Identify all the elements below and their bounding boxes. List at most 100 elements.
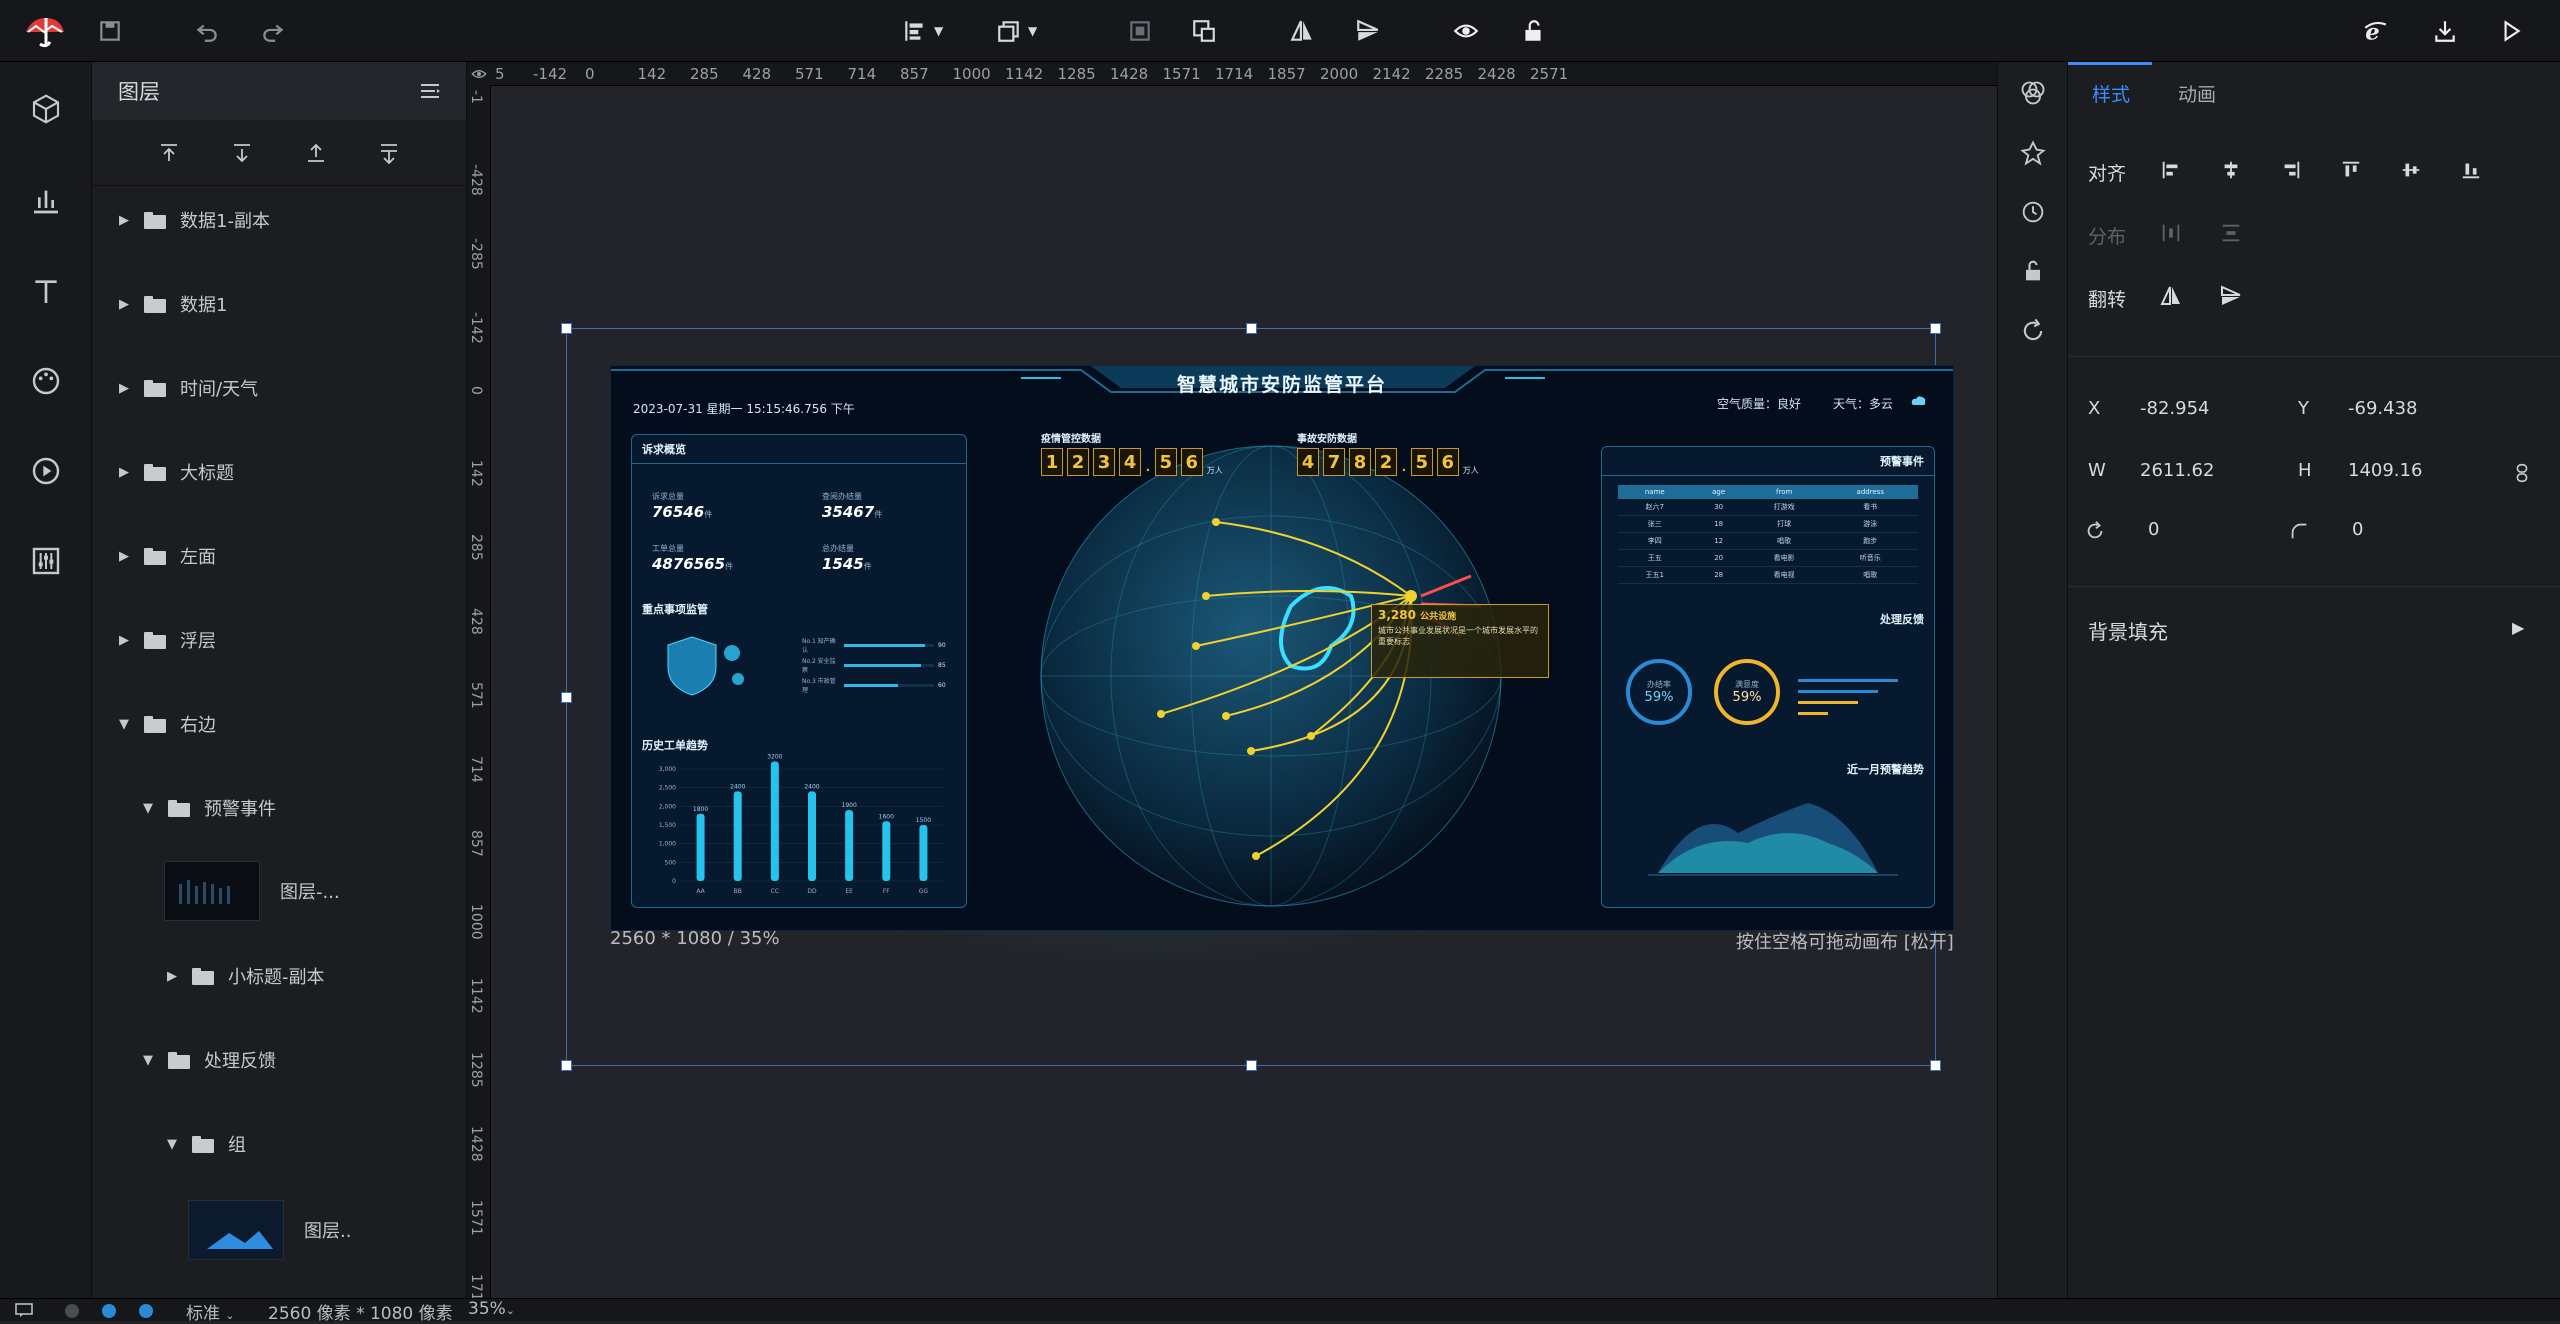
cube-icon[interactable] <box>25 88 67 130</box>
aspect-link-icon[interactable] <box>2505 456 2539 490</box>
table-row[interactable]: 王五 20 看电影 听音乐 <box>1618 549 1918 567</box>
tab-animation[interactable]: 动画 <box>2178 80 2216 107</box>
x-input[interactable]: -82.954 <box>2140 398 2209 419</box>
align-left-icon[interactable] <box>2154 153 2188 187</box>
rotate-input[interactable]: 0 <box>2148 519 2159 540</box>
caret-right-icon[interactable]: ▶ <box>116 213 132 228</box>
save-icon[interactable] <box>93 14 127 48</box>
zoom-select[interactable]: 35%⌄ <box>468 1299 515 1319</box>
caret-right-icon[interactable]: ▶ <box>116 465 132 480</box>
layer-item-row[interactable]: 图层.. <box>92 1197 452 1263</box>
resize-handle[interactable] <box>1930 1060 1941 1071</box>
layer-group-row[interactable]: ▶ 浮层 <box>92 617 452 663</box>
unlock-icon[interactable] <box>1516 14 1550 48</box>
caret-down-icon[interactable]: ▼ <box>140 801 156 816</box>
refresh-icon[interactable] <box>2014 312 2052 350</box>
ungroup-icon[interactable] <box>1187 14 1221 48</box>
logo-icon[interactable] <box>22 14 68 48</box>
pin-icon[interactable] <box>2014 134 2052 172</box>
layer-item-row[interactable]: 图层-... <box>92 858 452 924</box>
distribute-v-icon[interactable] <box>2214 216 2248 250</box>
corner-radius-icon[interactable] <box>2282 514 2316 548</box>
status-dot[interactable] <box>102 1304 116 1318</box>
tab-style[interactable]: 样式 <box>2092 80 2130 107</box>
layers-blend-icon[interactable] <box>2014 74 2052 112</box>
align-right-icon[interactable] <box>2274 153 2308 187</box>
caret-right-icon[interactable]: ▶ <box>116 297 132 312</box>
align-center-h-icon[interactable] <box>2214 153 2248 187</box>
h-input[interactable]: 1409.16 <box>2348 460 2422 481</box>
preview-eye-icon[interactable] <box>1449 14 1483 48</box>
layer-group-row[interactable]: ▼ 组 <box>92 1121 452 1167</box>
layer-group-row[interactable]: ▼ 处理反馈 <box>92 1037 452 1083</box>
layer-order-dropdown[interactable]: ▼ <box>996 14 1037 48</box>
flip-vertical-icon[interactable] <box>1351 14 1385 48</box>
caret-down-icon[interactable]: ▼ <box>164 1137 180 1152</box>
caret-right-icon[interactable]: ▶ <box>116 633 132 648</box>
caret-down-icon[interactable]: ▼ <box>116 717 132 732</box>
move-down-icon[interactable] <box>372 136 406 170</box>
resize-handle[interactable] <box>561 692 572 703</box>
status-dot[interactable] <box>65 1304 79 1318</box>
table-row[interactable]: 张三 18 打球 游泳 <box>1618 515 1918 533</box>
w-input[interactable]: 2611.62 <box>2140 460 2214 481</box>
resize-handle[interactable] <box>1246 1060 1257 1071</box>
group-icon[interactable] <box>1123 14 1157 48</box>
flip-vertical-icon[interactable] <box>2214 279 2248 313</box>
sliders-icon[interactable] <box>25 540 67 582</box>
comment-icon[interactable] <box>14 1302 34 1318</box>
ruler-tick: 1285 <box>468 1052 484 1088</box>
media-icon[interactable] <box>25 450 67 492</box>
undo-icon[interactable] <box>190 14 224 48</box>
align-top-icon[interactable] <box>2334 153 2368 187</box>
align-dropdown[interactable]: ▼ <box>902 14 943 48</box>
info-popup[interactable]: 3,280 公共设施 城市公共事业发展状况是一个城市发展水平的重要标志 <box>1371 604 1549 678</box>
layer-group-row[interactable]: ▶ 时间/天气 <box>92 365 452 411</box>
caret-down-icon[interactable]: ▼ <box>140 1053 156 1068</box>
caret-right-icon[interactable]: ▶ <box>116 549 132 564</box>
export-icon[interactable] <box>2428 14 2462 48</box>
lock-icon[interactable] <box>2014 252 2052 290</box>
layer-group-row[interactable]: ▶ 数据1-副本 <box>92 197 452 243</box>
move-up-icon[interactable] <box>299 136 333 170</box>
move-to-top-icon[interactable] <box>152 136 186 170</box>
align-middle-v-icon[interactable] <box>2394 153 2428 187</box>
menu-icon[interactable] <box>418 79 442 103</box>
flip-horizontal-icon[interactable] <box>1285 14 1319 48</box>
layer-group-row[interactable]: ▼ 预警事件 <box>92 785 452 831</box>
play-icon[interactable] <box>2494 14 2528 48</box>
dashboard-artboard[interactable]: 智慧城市安防监管平台 2023-07-31 星期一 15:15:46.756 下… <box>610 365 1954 931</box>
radius-input[interactable]: 0 <box>2352 519 2363 540</box>
table-row[interactable]: 赵六7 30 打游戏 看书 <box>1618 499 1918 516</box>
chart-icon[interactable] <box>25 179 67 221</box>
rotate-icon[interactable] <box>2078 514 2112 548</box>
resize-handle[interactable] <box>1930 323 1941 334</box>
resize-handle[interactable] <box>1246 323 1257 334</box>
layer-group-row[interactable]: ▶ 左面 <box>92 533 452 579</box>
layer-group-row[interactable]: ▶ 小标题-副本 <box>92 953 452 999</box>
resize-handle[interactable] <box>561 323 572 334</box>
design-canvas[interactable]: 智慧城市安防监管平台 2023-07-31 星期一 15:15:46.756 下… <box>491 86 1997 1298</box>
layer-group-row[interactable]: ▼ 右边 <box>92 701 452 747</box>
caret-right-icon[interactable]: ▶ <box>2512 618 2524 637</box>
caret-right-icon[interactable]: ▶ <box>116 381 132 396</box>
status-dot[interactable] <box>139 1304 153 1318</box>
flip-horizontal-icon[interactable] <box>2154 279 2188 313</box>
palette-icon[interactable] <box>25 360 67 402</box>
text-icon[interactable] <box>25 270 67 312</box>
ruler-eye-icon[interactable] <box>467 62 491 86</box>
table-row[interactable]: 李四 12 唱歌 跑步 <box>1618 532 1918 550</box>
align-bottom-icon[interactable] <box>2454 153 2488 187</box>
move-to-bottom-icon[interactable] <box>225 136 259 170</box>
ie-icon[interactable]: e <box>2358 14 2392 48</box>
table-row[interactable]: 王五1 28 看电视 唱歌 <box>1618 566 1918 584</box>
distribute-h-icon[interactable] <box>2154 216 2188 250</box>
mode-select[interactable]: 标准 ⌄ <box>186 1299 235 1324</box>
redo-icon[interactable] <box>256 14 290 48</box>
layer-group-row[interactable]: ▶ 大标题 <box>92 449 452 495</box>
history-icon[interactable] <box>2014 193 2052 231</box>
resize-handle[interactable] <box>561 1060 572 1071</box>
y-input[interactable]: -69.438 <box>2348 398 2417 419</box>
caret-right-icon[interactable]: ▶ <box>164 969 180 984</box>
layer-group-row[interactable]: ▶ 数据1 <box>92 281 452 327</box>
